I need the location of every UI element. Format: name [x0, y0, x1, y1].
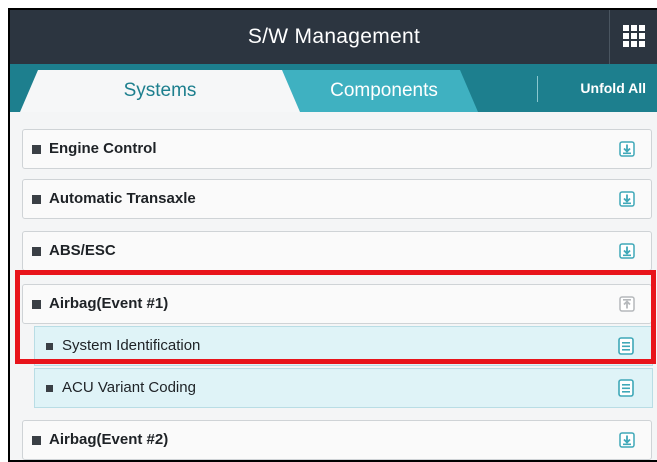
unfold-all-button[interactable]: Unfold All — [580, 64, 646, 112]
grid-menu-button[interactable] — [609, 10, 657, 64]
tab-systems[interactable]: Systems — [20, 70, 300, 112]
download-icon[interactable] — [619, 432, 635, 448]
upload-icon[interactable] — [619, 296, 635, 312]
system-row-airbag-event-1[interactable]: Airbag(Event #1) — [22, 284, 652, 324]
document-icon[interactable] — [618, 379, 634, 397]
bullet-icon — [32, 247, 41, 256]
tab-components-label: Components — [330, 80, 438, 101]
sub-item-acu-variant-coding[interactable]: ACU Variant Coding — [34, 368, 653, 408]
system-label: Engine Control — [49, 140, 157, 157]
bullet-icon — [46, 385, 53, 392]
system-label: Automatic Transaxle — [49, 190, 196, 207]
tab-bar: Systems Components Unfold All — [10, 64, 657, 112]
sub-item-system-identification[interactable]: System Identification — [34, 326, 653, 366]
page-title: S/W Management — [247, 25, 421, 48]
system-label: ABS/ESC — [49, 242, 116, 259]
tab-components[interactable]: Components — [278, 70, 478, 112]
download-icon[interactable] — [619, 243, 635, 259]
download-icon[interactable] — [619, 191, 635, 207]
sub-item-label: ACU Variant Coding — [62, 379, 196, 396]
bullet-icon — [32, 300, 41, 309]
system-row-abs-esc[interactable]: ABS/ESC — [22, 231, 652, 271]
system-row-engine-control[interactable]: Engine Control — [22, 129, 652, 169]
tab-systems-label: Systems — [123, 80, 197, 101]
download-icon[interactable] — [619, 141, 635, 157]
system-label: Airbag(Event #1) — [49, 295, 169, 312]
title-bar: S/W Management — [10, 10, 657, 64]
system-row-airbag-event-2[interactable]: Airbag(Event #2) — [22, 420, 652, 460]
toolbar-divider — [537, 76, 538, 102]
bullet-icon — [46, 343, 53, 350]
bullet-icon — [32, 436, 41, 445]
document-icon[interactable] — [618, 337, 634, 355]
bullet-icon — [32, 145, 41, 154]
system-list: Engine Control Automatic Transaxle ABS/E… — [10, 112, 657, 460]
system-row-automatic-transaxle[interactable]: Automatic Transaxle — [22, 179, 652, 219]
app-window: S/W Management Systems Components Unfold… — [8, 8, 657, 462]
sub-item-label: System Identification — [62, 337, 201, 354]
system-label: Airbag(Event #2) — [49, 431, 169, 448]
bullet-icon — [32, 195, 41, 204]
grid-icon — [623, 25, 645, 47]
